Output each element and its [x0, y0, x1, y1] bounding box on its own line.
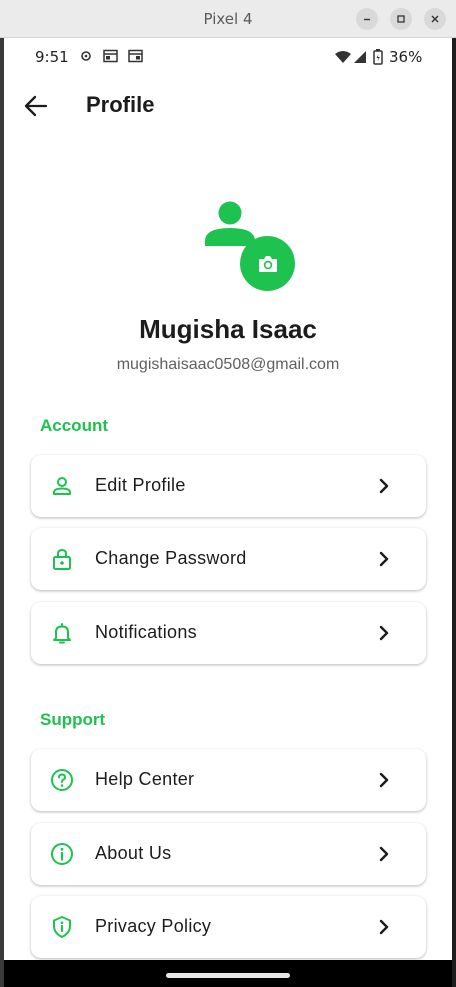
chevron-right-icon	[379, 625, 389, 641]
shield-icon	[53, 916, 71, 938]
chevron-right-icon	[379, 919, 389, 935]
close-icon	[431, 15, 439, 23]
maximize-button[interactable]	[390, 8, 412, 30]
menu-item-label: Change Password	[95, 548, 247, 568]
user-name: Mugisha Isaac	[139, 314, 317, 344]
minimize-button[interactable]	[356, 8, 378, 30]
menu-item-change-password[interactable]: Change Password	[31, 528, 426, 590]
menu-item-label: Help Center	[95, 769, 195, 789]
notification-card-icon	[103, 49, 118, 63]
menu-item-help-center[interactable]: Help Center	[31, 749, 426, 811]
battery-percentage: 36%	[389, 48, 423, 66]
menu-item-notifications[interactable]: Notifications	[31, 602, 426, 664]
menu-item-privacy-policy[interactable]: Privacy Policy	[31, 896, 426, 958]
signal-icon	[354, 51, 366, 63]
sync-icon	[81, 51, 91, 61]
section-title-support: Support	[40, 710, 106, 729]
chevron-right-icon	[379, 551, 389, 567]
page-title: Profile	[86, 92, 155, 117]
chevron-right-icon	[379, 772, 389, 788]
battery-icon	[373, 49, 383, 65]
chevron-right-icon	[379, 846, 389, 862]
camera-icon	[258, 255, 277, 272]
menu-item-label: Privacy Policy	[95, 916, 212, 936]
maximize-icon	[397, 15, 405, 23]
app-bar: Profile	[4, 78, 452, 134]
section-title-account: Account	[40, 416, 108, 435]
person-outline-icon	[53, 477, 71, 495]
navigation-bar	[4, 960, 452, 987]
menu-item-label: About Us	[95, 843, 172, 863]
minimize-icon	[364, 18, 370, 21]
arrow-back-icon[interactable]	[22, 92, 50, 120]
status-bar: 9:51 36%	[4, 38, 452, 74]
menu-item-about-us[interactable]: About Us	[31, 823, 426, 885]
info-icon	[51, 843, 73, 865]
notification-card-icon	[128, 49, 143, 63]
menu-item-label: Notifications	[95, 622, 197, 642]
menu-item-label: Edit Profile	[95, 475, 186, 495]
lock-icon	[53, 548, 71, 570]
emulator-title-bar: Pixel 4	[0, 0, 456, 38]
wifi-icon	[335, 51, 351, 63]
menu-item-edit-profile[interactable]: Edit Profile	[31, 455, 426, 517]
user-email: mugishaisaac0508@gmail.com	[116, 356, 340, 373]
status-time: 9:51	[35, 48, 69, 66]
chevron-right-icon	[379, 478, 389, 494]
window-frame	[452, 38, 456, 987]
help-circle-icon	[51, 769, 73, 791]
change-photo-button[interactable]	[240, 236, 295, 291]
close-button[interactable]	[424, 8, 446, 30]
home-gesture-handle[interactable]	[166, 973, 290, 978]
phone-screen: 9:51 36% Profile Mugisha Isaac mugishais…	[4, 38, 452, 960]
window-title: Pixel 4	[203, 10, 253, 28]
bell-icon	[53, 623, 71, 644]
